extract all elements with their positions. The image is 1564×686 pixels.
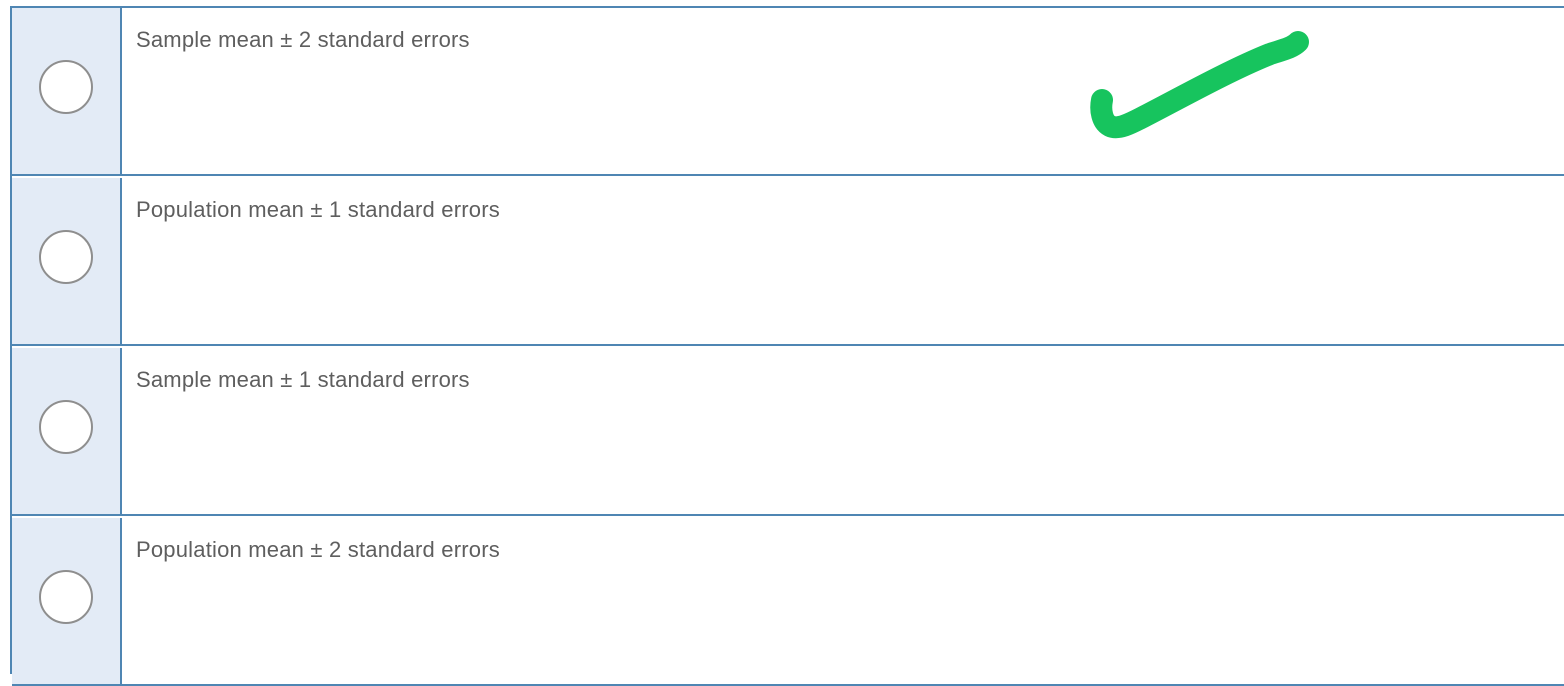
radio-column <box>12 8 122 174</box>
radio-column <box>12 178 122 344</box>
option-label: Sample mean ± 1 standard errors <box>136 367 470 392</box>
option-label: Sample mean ± 2 standard errors <box>136 27 470 52</box>
radio-column <box>12 518 122 684</box>
option-label-area[interactable]: Sample mean ± 1 standard errors <box>122 348 1564 514</box>
answer-options-list: Sample mean ± 2 standard errors Populati… <box>10 6 1564 686</box>
option-label-area[interactable]: Population mean ± 1 standard errors <box>122 178 1564 344</box>
answer-option-3[interactable]: Sample mean ± 1 standard errors <box>12 348 1564 516</box>
radio-button[interactable] <box>39 230 93 284</box>
radio-button[interactable] <box>39 570 93 624</box>
option-label: Population mean ± 1 standard errors <box>136 197 500 222</box>
radio-button[interactable] <box>39 400 93 454</box>
option-label: Population mean ± 2 standard errors <box>136 537 500 562</box>
answer-option-2[interactable]: Population mean ± 1 standard errors <box>12 178 1564 346</box>
answer-option-4[interactable]: Population mean ± 2 standard errors <box>12 518 1564 686</box>
option-label-area[interactable]: Population mean ± 2 standard errors <box>122 518 1564 684</box>
answer-option-1[interactable]: Sample mean ± 2 standard errors <box>12 8 1564 176</box>
option-label-area[interactable]: Sample mean ± 2 standard errors <box>122 8 1564 174</box>
radio-column <box>12 348 122 514</box>
radio-button[interactable] <box>39 60 93 114</box>
